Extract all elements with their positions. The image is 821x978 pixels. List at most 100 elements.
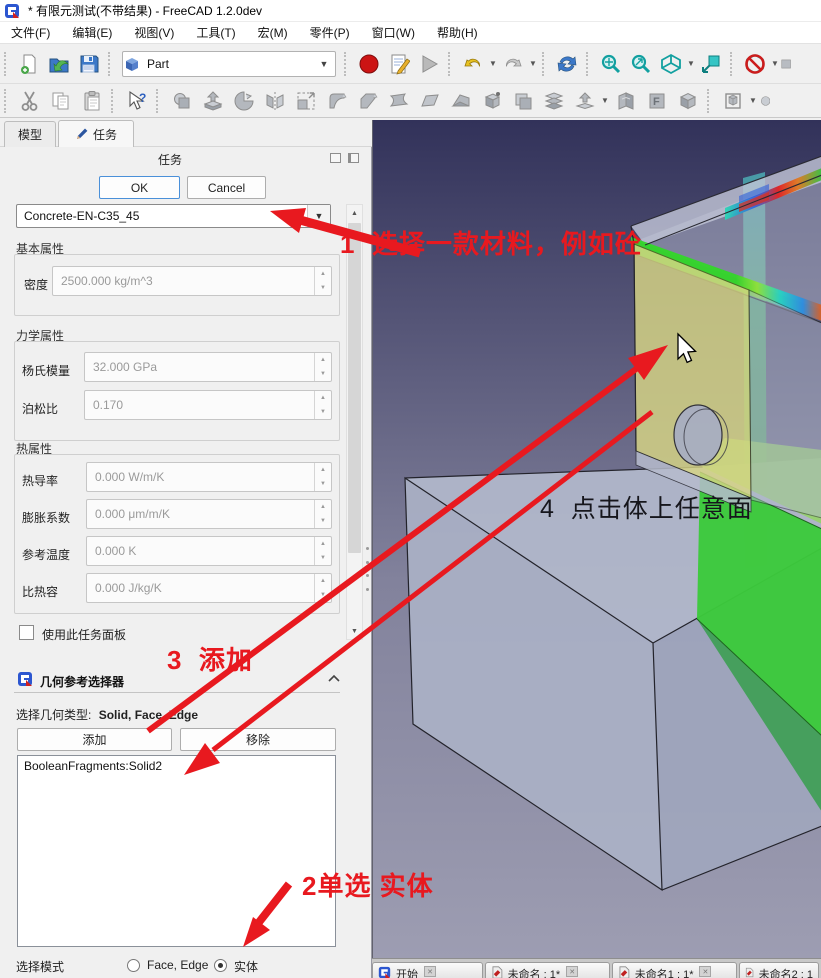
part-defeaturing-icon[interactable]: F [641,87,672,115]
panel-scrollbar[interactable]: ▲ ▼ [346,204,363,640]
ref-temp-spinbox[interactable]: 0.000 K ▲▼ [86,536,332,566]
undo-button[interactable] [458,49,488,79]
part-boolean-icon[interactable] [166,87,197,115]
mdi-tab-doc1[interactable]: 未命名 : 1* ✕ [485,962,610,978]
macro-run-button[interactable] [414,49,444,79]
scroll-down-icon[interactable]: ▼ [347,623,362,639]
spin-buttons[interactable]: ▲▼ [314,500,331,528]
spin-buttons[interactable]: ▲▼ [314,537,331,565]
part-dropdown-caret[interactable]: ▼ [600,96,610,105]
menu-window[interactable]: 窗口(W) [361,22,426,44]
conductivity-spinbox[interactable]: 0.000 W/m/K ▲▼ [86,462,332,492]
toolbar-grip[interactable] [108,52,115,76]
part-boundingbox-icon[interactable] [717,87,748,115]
menu-help[interactable]: 帮助(H) [426,22,489,44]
frame-right-wall[interactable] [749,290,821,518]
part-box-icon[interactable] [672,87,703,115]
part-slice-icon[interactable] [538,87,569,115]
menu-view[interactable]: 视图(V) [123,22,185,44]
macro-edit-button[interactable] [384,49,414,79]
spin-buttons[interactable]: ▲▼ [314,463,331,491]
part-revolve-icon[interactable] [228,87,259,115]
spin-up-icon[interactable]: ▲ [315,267,331,281]
toolbar-grip[interactable] [730,52,737,76]
part-plane-icon[interactable] [414,87,445,115]
spin-down-icon[interactable]: ▼ [315,367,331,381]
mdi-tab-doc3[interactable]: 未命名2 : 1 [739,962,819,978]
youngs-spinbox[interactable]: 32.000 GPa ▲▼ [84,352,332,382]
clipping-plane-button[interactable] [740,49,770,79]
macro-record-button[interactable] [354,49,384,79]
spin-up-icon[interactable]: ▲ [315,574,331,588]
axonometric-view-button[interactable] [656,49,686,79]
close-icon[interactable]: ✕ [424,966,436,977]
part-ruledsurface-icon[interactable] [383,87,414,115]
part-shapebuilder-icon[interactable] [476,87,507,115]
spin-down-icon[interactable]: ▼ [315,588,331,602]
menu-tools[interactable]: 工具(T) [185,22,246,44]
part-mirror-icon[interactable] [259,87,290,115]
save-button[interactable] [74,49,104,79]
cut-button[interactable] [14,87,45,115]
cancel-button[interactable]: Cancel [187,176,266,199]
specific-heat-spinbox[interactable]: 0.000 J/kg/K ▲▼ [86,573,332,603]
density-spinbox[interactable]: 2500.000 kg/m^3 ▲▼ [52,266,332,296]
panel-splitter-handle[interactable] [366,547,370,591]
menu-macro[interactable]: 宏(M) [247,22,299,44]
spin-up-icon[interactable]: ▲ [315,391,331,405]
spin-up-icon[interactable]: ▲ [315,500,331,514]
partial-toolbar-icon2[interactable] [758,87,770,115]
spin-down-icon[interactable]: ▼ [315,514,331,528]
menu-part[interactable]: 零件(P) [299,22,361,44]
float-panel-button[interactable] [330,153,341,163]
toolbar-grip[interactable] [4,52,11,76]
redo-button[interactable] [498,49,528,79]
radio-solid[interactable] [214,959,227,972]
spin-buttons[interactable]: ▲▼ [314,391,331,419]
spin-down-icon[interactable]: ▼ [315,477,331,491]
measure-dropdown-caret[interactable]: ▼ [748,96,758,105]
clipping-dropdown-caret[interactable]: ▼ [770,59,780,68]
mdi-tab-start[interactable]: 开始 ✕ [372,962,483,978]
spin-buttons[interactable]: ▲▼ [314,574,331,602]
open-document-button[interactable] [44,49,74,79]
spin-down-icon[interactable]: ▼ [315,281,331,295]
spin-buttons[interactable]: ▲▼ [314,267,331,295]
zoom-fit-all-button[interactable] [596,49,626,79]
spin-up-icon[interactable]: ▲ [315,537,331,551]
zoom-selection-button[interactable] [626,49,656,79]
add-button[interactable]: 添加 [17,728,172,751]
reference-list[interactable]: BooleanFragments:Solid2 [17,755,336,947]
fit-selection-button[interactable] [696,49,726,79]
toolbar-grip[interactable] [156,89,163,113]
close-icon[interactable]: ✕ [699,966,711,977]
view-dropdown-caret[interactable]: ▼ [686,59,696,68]
part-fillet-icon[interactable] [321,87,352,115]
tab-tasks[interactable]: 任务 [58,120,134,147]
refresh-button[interactable] [552,49,582,79]
toolbar-grip[interactable] [707,89,714,113]
tab-model[interactable]: 模型 [4,121,56,147]
workbench-selector[interactable]: Part ▼ [122,51,336,77]
toolbar-grip[interactable] [586,52,593,76]
menu-edit[interactable]: 编辑(E) [61,22,123,44]
undo-dropdown-caret[interactable]: ▼ [488,59,498,68]
part-crosssection-icon[interactable] [569,87,600,115]
ok-button[interactable]: OK [99,176,180,199]
part-compound-icon[interactable] [507,87,538,115]
radio-face-edge[interactable] [127,959,140,972]
chevron-down-icon[interactable]: ▼ [307,205,330,227]
spin-up-icon[interactable]: ▲ [315,353,331,367]
toolbar-grip[interactable] [542,52,549,76]
close-icon[interactable]: ✕ [566,966,578,977]
use-task-panel-checkbox[interactable] [19,625,34,640]
part-extrude-icon[interactable] [197,87,228,115]
spin-down-icon[interactable]: ▼ [315,551,331,565]
remove-button[interactable]: 移除 [180,728,336,751]
part-thickness-icon[interactable] [610,87,641,115]
spin-up-icon[interactable]: ▲ [315,463,331,477]
spin-buttons[interactable]: ▲▼ [314,353,331,381]
part-chamfer-icon[interactable] [352,87,383,115]
expansion-spinbox[interactable]: 0.000 μm/m/K ▲▼ [86,499,332,529]
scrollbar-thumb[interactable] [348,223,361,553]
